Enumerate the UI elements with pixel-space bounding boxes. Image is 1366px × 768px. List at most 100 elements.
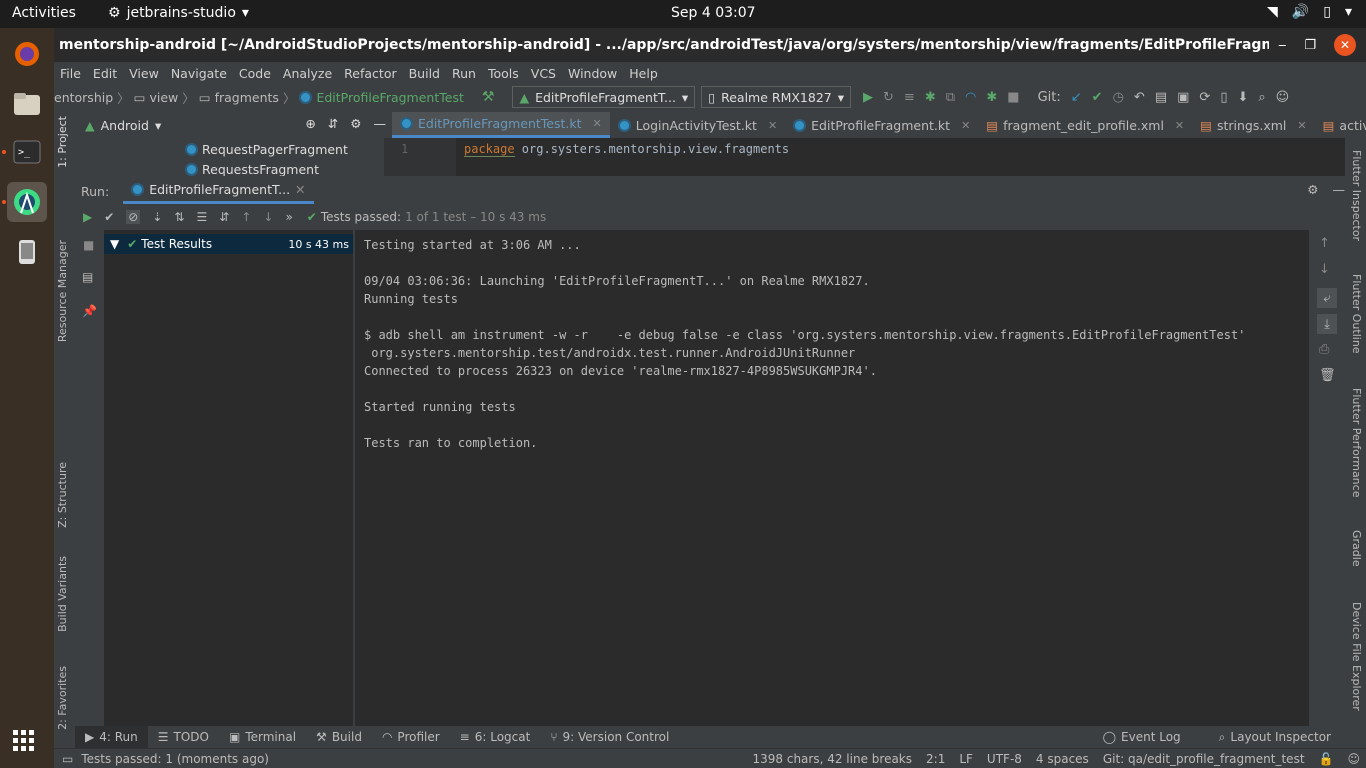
caret-position[interactable]: 2:1 xyxy=(926,752,945,766)
close-icon[interactable]: ✕ xyxy=(1175,119,1184,132)
tree-item[interactable]: RequestPagerFragment xyxy=(185,142,348,157)
editor-tab[interactable]: EditProfileFragmentTest.kt ✕ xyxy=(392,112,610,138)
hide-icon[interactable]: — xyxy=(374,116,387,131)
tree-item[interactable]: RequestsFragment xyxy=(185,162,319,176)
tool-button-build[interactable]: ⚒ Build xyxy=(306,726,372,748)
gear-icon[interactable]: ⚙ xyxy=(350,116,361,131)
git-update-icon[interactable]: ↙ xyxy=(1071,90,1082,105)
git-commit-icon[interactable]: ✔ xyxy=(1092,90,1103,105)
close-icon[interactable]: ✕ xyxy=(1334,34,1356,56)
files-icon[interactable] xyxy=(7,84,47,124)
breadcrumb-item[interactable]: view xyxy=(149,90,178,105)
menu-analyze[interactable]: Analyze xyxy=(283,66,332,81)
show-passed-icon[interactable]: ✔ xyxy=(104,210,114,224)
avatar[interactable]: ☺ xyxy=(1276,90,1290,105)
expand-icon[interactable]: ▼ xyxy=(110,237,119,251)
debug-icon[interactable]: ✱ xyxy=(925,90,936,105)
print-icon[interactable]: ⎙ xyxy=(1319,342,1329,357)
tool-button-layout-inspector[interactable]: ⌕ Layout Inspector xyxy=(1209,726,1341,748)
menu-navigate[interactable]: Navigate xyxy=(171,66,227,81)
tool-button-todo[interactable]: ☰ TODO xyxy=(148,726,219,748)
menu-code[interactable]: Code xyxy=(239,66,271,81)
menu-edit[interactable]: Edit xyxy=(93,66,117,81)
menu-file[interactable]: File xyxy=(60,66,81,81)
menu-build[interactable]: Build xyxy=(409,66,440,81)
terminal-icon[interactable]: >_ xyxy=(7,132,47,172)
android-studio-icon[interactable] xyxy=(7,182,47,222)
show-applications-icon[interactable] xyxy=(13,730,35,752)
previous-icon[interactable]: ↑ xyxy=(241,210,251,224)
project-view-select[interactable]: Android xyxy=(101,118,149,133)
inspection-icon[interactable]: ☺ xyxy=(1347,752,1360,766)
app-menu[interactable]: ⚙ jetbrains-studio ▾ xyxy=(108,5,249,21)
editor-tab[interactable]: LoginActivityTest.kt ✕ xyxy=(610,112,785,138)
system-tray[interactable]: ◥ 🔊 ▯ ▾ xyxy=(1267,4,1352,20)
git-rollback-icon[interactable]: ↶ xyxy=(1134,90,1145,105)
sync-icon[interactable]: ⟳ xyxy=(1199,90,1210,105)
scroll-to-end-icon[interactable]: ⤓ xyxy=(1317,314,1337,334)
activities-button[interactable]: Activities xyxy=(12,5,76,21)
tool-tab-structure[interactable]: Z: Structure xyxy=(56,462,69,528)
window-icon[interactable]: ▭ xyxy=(62,752,73,766)
editor-tab[interactable]: ▤ fragment_edit_profile.xml ✕ xyxy=(978,112,1192,138)
show-ignored-icon[interactable]: ⊘ xyxy=(126,210,141,224)
window-titlebar[interactable]: mentorship-android [~/AndroidStudioProje… xyxy=(54,28,1366,62)
test-results-root[interactable]: ▼ ✔ Test Results 10 s 43 ms xyxy=(104,234,353,254)
stop-icon[interactable]: ■ xyxy=(1007,90,1019,105)
editor-tab[interactable]: ▤ strings.xml ✕ xyxy=(1192,112,1314,138)
gear-icon[interactable]: ⚙ xyxy=(1307,182,1318,197)
sdk-manager-icon[interactable]: ▣ xyxy=(1177,90,1189,105)
tool-tab-flutter-performance[interactable]: Flutter Performance xyxy=(1350,388,1363,497)
menu-vcs[interactable]: VCS xyxy=(531,66,556,81)
rerun-icon[interactable]: ▶ xyxy=(83,210,92,224)
run-icon[interactable]: ▶ xyxy=(863,90,873,105)
menu-refactor[interactable]: Refactor xyxy=(344,66,396,81)
close-icon[interactable]: ✕ xyxy=(961,119,970,132)
console-output[interactable]: Testing started at 3:06 AM ... 09/04 03:… xyxy=(355,230,1309,726)
rerun-icon[interactable]: ↻ xyxy=(883,90,894,105)
git-history-icon[interactable]: ◷ xyxy=(1113,90,1124,105)
stop-icon[interactable]: ■ xyxy=(83,238,94,252)
tool-tab-flutter-outline[interactable]: Flutter Outline xyxy=(1350,274,1363,354)
tool-tab-resource-manager[interactable]: Resource Manager xyxy=(56,240,69,342)
close-icon[interactable]: ✕ xyxy=(295,182,305,197)
tool-tab-favorites[interactable]: 2: Favorites xyxy=(56,666,69,730)
close-icon[interactable]: ✕ xyxy=(593,117,602,130)
close-icon[interactable]: ✕ xyxy=(768,119,777,132)
tool-tab-flutter-inspector[interactable]: Flutter Inspector xyxy=(1350,150,1363,241)
firefox-icon[interactable] xyxy=(7,34,47,74)
coverage-icon[interactable]: ✱ xyxy=(986,90,997,105)
soft-wrap-icon[interactable]: ⤶ xyxy=(1317,288,1337,308)
collapse-all-icon[interactable]: ⇵ xyxy=(328,116,338,131)
locate-icon[interactable]: ⊕ xyxy=(305,116,315,131)
code-editor[interactable]: 1 package org.systers.mentorship.view.fr… xyxy=(384,138,1345,176)
file-encoding[interactable]: UTF-8 xyxy=(987,752,1022,766)
search-icon[interactable]: ⌕ xyxy=(1258,90,1265,105)
tool-button-terminal[interactable]: ▣ Terminal xyxy=(219,726,306,748)
tool-button-run[interactable]: ▶ 4: Run xyxy=(75,726,148,748)
chevron-down-icon[interactable]: ▾ xyxy=(155,118,161,133)
git-branch[interactable]: Git: qa/edit_profile_fragment_test xyxy=(1103,752,1305,766)
tool-button-logcat[interactable]: ≡ 6: Logcat xyxy=(450,726,541,748)
menu-help[interactable]: Help xyxy=(629,66,658,81)
close-icon[interactable]: ✕ xyxy=(1297,119,1306,132)
editor-tab[interactable]: ▤ activi ✕ xyxy=(1315,112,1366,138)
arrow-down-icon[interactable]: ↓ xyxy=(1319,262,1330,277)
more-icon[interactable]: » xyxy=(285,210,292,224)
profile-icon[interactable]: ◠ xyxy=(965,90,976,105)
sort-by-duration-icon[interactable]: ⇅ xyxy=(174,210,184,224)
collapse-all-icon[interactable]: ⇵ xyxy=(219,210,229,224)
sdk-download-icon[interactable]: ⬇ xyxy=(1237,90,1248,105)
hammer-icon[interactable]: ⚒ xyxy=(482,89,495,105)
tool-tab-build-variants[interactable]: Build Variants xyxy=(56,556,69,632)
lock-icon[interactable]: 🔓 xyxy=(1319,752,1334,766)
project-structure-icon[interactable]: ▤ xyxy=(1155,90,1167,105)
next-icon[interactable]: ↓ xyxy=(263,210,273,224)
code-line[interactable]: package org.systers.mentorship.view.frag… xyxy=(464,142,789,157)
hide-icon[interactable]: — xyxy=(1333,182,1346,197)
sort-alphabetically-icon[interactable]: ⇣ xyxy=(152,210,162,224)
status-message[interactable]: Tests passed: 1 (moments ago) xyxy=(81,752,269,766)
breadcrumb-item[interactable]: fragments xyxy=(215,90,279,105)
menu-view[interactable]: View xyxy=(129,66,159,81)
editor-tab[interactable]: EditProfileFragment.kt ✕ xyxy=(785,112,978,138)
